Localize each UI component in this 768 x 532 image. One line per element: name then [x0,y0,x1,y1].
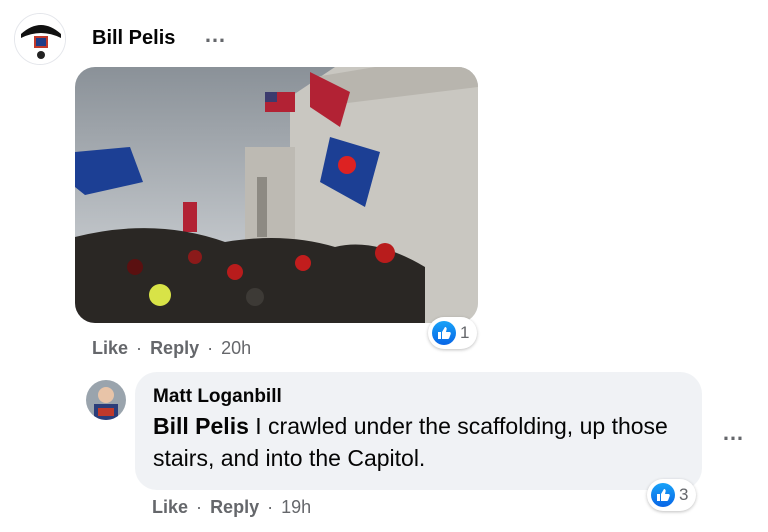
like-button[interactable]: Like [92,338,128,358]
more-options-icon[interactable]: … [204,22,227,48]
comment-author-name[interactable]: Matt Loganbill [153,386,684,408]
timestamp[interactable]: 19h [281,497,311,517]
like-button[interactable]: Like [152,497,188,517]
like-icon [432,321,456,345]
separator: · [136,338,143,358]
avatar-matt-loganbill[interactable] [86,380,126,420]
comment-text: Bill Pelis I crawled under the scaffoldi… [153,410,684,474]
comment-bubble: Matt Loganbill Bill Pelis I crawled unde… [135,372,702,490]
timestamp[interactable]: 20h [221,338,251,358]
like-icon [651,483,675,507]
mention-link[interactable]: Bill Pelis [153,413,249,439]
reply-button[interactable]: Reply [150,338,199,358]
reaction-summary[interactable]: 3 [647,479,697,511]
reaction-count: 3 [679,485,689,504]
reaction-summary[interactable]: 1 [428,317,478,349]
comment-author-name[interactable]: Bill Pelis [92,27,175,50]
separator: · [196,497,203,517]
comment-actions: Like · Reply · 20h [92,338,251,359]
separator: · [207,338,214,358]
more-options-icon[interactable]: … [722,420,745,446]
comment-photo[interactable] [75,67,478,323]
reaction-count: 1 [460,323,470,342]
reply-button[interactable]: Reply [210,497,259,517]
separator: · [267,497,274,517]
comment-actions: Like · Reply · 19h [152,497,311,518]
avatar-bill-pelis[interactable] [14,13,66,65]
